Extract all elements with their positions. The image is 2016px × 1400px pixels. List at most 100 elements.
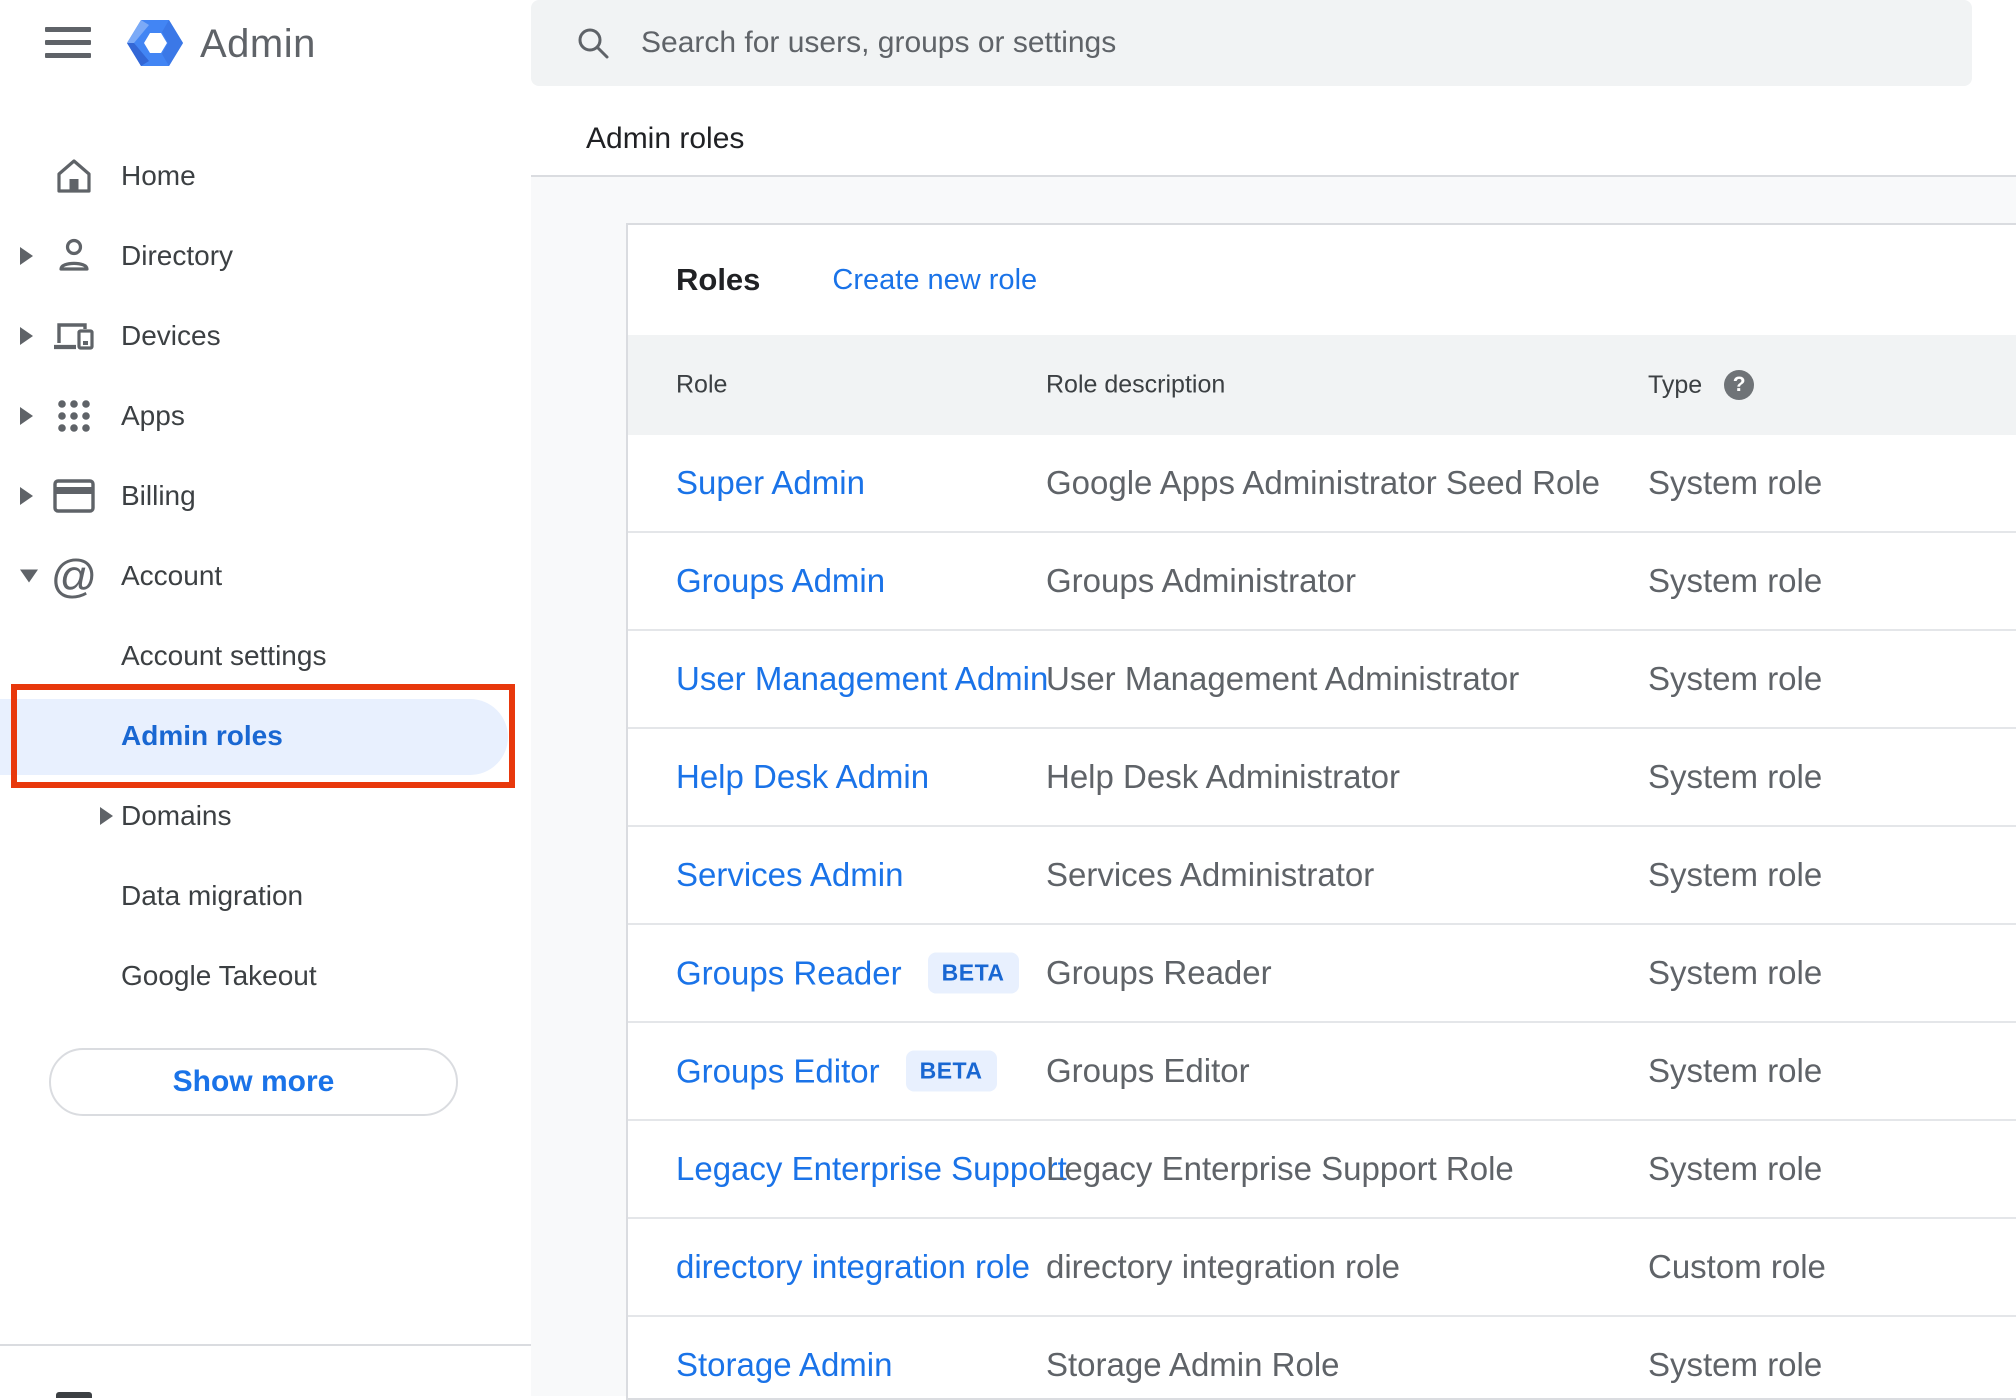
sidebar: Admin Home Directory Devices Apps Billin… <box>0 0 531 1398</box>
table-row: Legacy Enterprise Support BETA Legacy En… <box>628 1121 2016 1219</box>
table-body: Super Admin BETA Google Apps Administrat… <box>628 435 2016 1398</box>
sidebar-item-label: Account settings <box>121 640 327 671</box>
card-title: Roles <box>676 262 761 297</box>
table-row: directory integration role BETA director… <box>628 1219 2016 1317</box>
search-input[interactable] <box>639 25 1942 61</box>
role-link[interactable]: Groups Editor <box>676 1052 880 1090</box>
apps-icon <box>52 394 96 438</box>
sidebar-item-label: Apps <box>121 400 185 431</box>
sidebar-item-data-migration[interactable]: Data migration <box>0 856 531 936</box>
beta-badge: BETA <box>927 952 1019 994</box>
sidebar-nav: Home Directory Devices Apps Billing @ Ac… <box>0 136 531 1016</box>
search-icon <box>575 25 611 61</box>
table-row: Help Desk Admin BETA Help Desk Administr… <box>628 729 2016 827</box>
table-row: Super Admin BETA Google Apps Administrat… <box>628 435 2016 533</box>
sidebar-item-label: Billing <box>121 480 196 511</box>
home-icon <box>52 154 96 198</box>
role-link[interactable]: User Management Admin <box>676 660 1048 698</box>
role-description-cell: Legacy Enterprise Support Role <box>1046 1150 1514 1187</box>
help-icon[interactable]: ? <box>1724 370 1755 400</box>
role-type-cell: System role <box>1648 1052 1823 1089</box>
role-link[interactable]: Legacy Enterprise Support <box>676 1150 1067 1188</box>
card-header: Roles Create new role <box>628 225 2016 335</box>
role-type-cell: System role <box>1648 562 1823 599</box>
sidebar-item-label: Admin roles <box>121 720 283 751</box>
feedback-icon <box>56 1392 92 1398</box>
role-type-cell: Custom role <box>1648 1248 1826 1285</box>
role-description-cell: Storage Admin Role <box>1046 1346 1340 1383</box>
beta-badge: BETA <box>905 1050 997 1092</box>
person-icon <box>52 234 96 278</box>
column-header-type: Type <box>1648 370 1703 399</box>
create-new-role-link[interactable]: Create new role <box>832 264 1037 297</box>
role-description-cell: Google Apps Administrator Seed Role <box>1046 464 1600 501</box>
table-row: Groups Admin BETA Groups Administrator S… <box>628 533 2016 631</box>
role-description-cell: Services Administrator <box>1046 856 1375 893</box>
role-link[interactable]: Services Admin <box>676 856 903 894</box>
role-link[interactable]: Super Admin <box>676 464 865 502</box>
role-type-cell: System role <box>1648 856 1823 893</box>
sidebar-item-label: Directory <box>121 240 234 271</box>
hamburger-menu-icon[interactable] <box>45 27 91 58</box>
expand-arrow-icon <box>20 327 33 345</box>
search-bar <box>531 0 1972 86</box>
sidebar-item-billing[interactable]: Billing <box>0 456 531 536</box>
expand-arrow-icon <box>20 569 38 583</box>
show-more-button[interactable]: Show more <box>49 1048 458 1116</box>
role-link[interactable]: Storage Admin <box>676 1346 892 1384</box>
role-description-cell: directory integration role <box>1046 1248 1401 1285</box>
app-title: Admin <box>200 22 316 66</box>
sidebar-item-apps[interactable]: Apps <box>0 376 531 456</box>
table-row: User Management Admin BETA User Manageme… <box>628 631 2016 729</box>
admin-console: Admin Home Directory Devices Apps Billin… <box>0 0 2016 1400</box>
role-description-cell: Help Desk Administrator <box>1046 758 1400 795</box>
sidebar-item-label: Domains <box>121 800 232 831</box>
breadcrumb: Admin roles <box>586 122 745 155</box>
expand-arrow-icon <box>20 407 33 425</box>
sidebar-item-label: Home <box>121 160 196 191</box>
expand-arrow-icon <box>20 487 33 505</box>
sidebar-divider <box>0 1344 531 1346</box>
role-description-cell: Groups Administrator <box>1046 562 1356 599</box>
sidebar-item-home[interactable]: Home <box>0 136 531 216</box>
role-type-cell: System role <box>1648 758 1823 795</box>
sidebar-item-google-takeout[interactable]: Google Takeout <box>0 936 531 1016</box>
sidebar-item-account-settings[interactable]: Account settings <box>0 616 531 696</box>
role-description-cell: Groups Reader <box>1046 954 1272 991</box>
sidebar-item-devices[interactable]: Devices <box>0 296 531 376</box>
role-description-cell: User Management Administrator <box>1046 660 1520 697</box>
sidebar-item-admin-roles[interactable]: Admin roles <box>0 684 531 788</box>
table-header-row: Role Role description Type ? <box>628 335 2016 435</box>
table-row: Services Admin BETA Services Administrat… <box>628 827 2016 925</box>
devices-icon <box>52 314 96 358</box>
role-link[interactable]: directory integration role <box>676 1248 1030 1286</box>
role-link[interactable]: Help Desk Admin <box>676 758 929 796</box>
sidebar-item-label: Devices <box>121 320 221 351</box>
role-type-cell: System role <box>1648 1346 1823 1383</box>
column-header-role-description: Role description <box>1046 370 1226 399</box>
admin-logo-icon <box>127 14 183 72</box>
roles-card: Roles Create new role Role Role descript… <box>626 223 2016 1400</box>
expand-arrow-icon <box>100 807 113 825</box>
expand-arrow-icon <box>20 247 33 265</box>
sidebar-item-domains[interactable]: Domains <box>0 776 531 856</box>
sidebar-item-label: Account <box>121 560 223 591</box>
sidebar-item-directory[interactable]: Directory <box>0 216 531 296</box>
role-type-cell: System role <box>1648 1150 1823 1187</box>
role-type-cell: System role <box>1648 660 1823 697</box>
sidebar-header: Admin <box>0 0 531 90</box>
table-row: Groups Reader BETA Groups Reader System … <box>628 925 2016 1023</box>
table-row: Groups Editor BETA Groups Editor System … <box>628 1023 2016 1121</box>
sidebar-item-account[interactable]: @ Account <box>0 536 531 616</box>
table-row: Storage Admin BETA Storage Admin Role Sy… <box>628 1317 2016 1398</box>
role-type-cell: System role <box>1648 464 1823 501</box>
card-icon <box>52 474 96 518</box>
role-link[interactable]: Groups Reader <box>676 954 902 992</box>
role-description-cell: Groups Editor <box>1046 1052 1250 1089</box>
role-type-cell: System role <box>1648 954 1823 991</box>
column-header-role: Role <box>676 370 728 399</box>
sidebar-item-label: Data migration <box>121 880 304 911</box>
role-link[interactable]: Groups Admin <box>676 562 885 600</box>
main-content: Admin roles Roles Create new role Role R… <box>531 0 2016 1400</box>
sidebar-item-label: Google Takeout <box>121 960 317 991</box>
